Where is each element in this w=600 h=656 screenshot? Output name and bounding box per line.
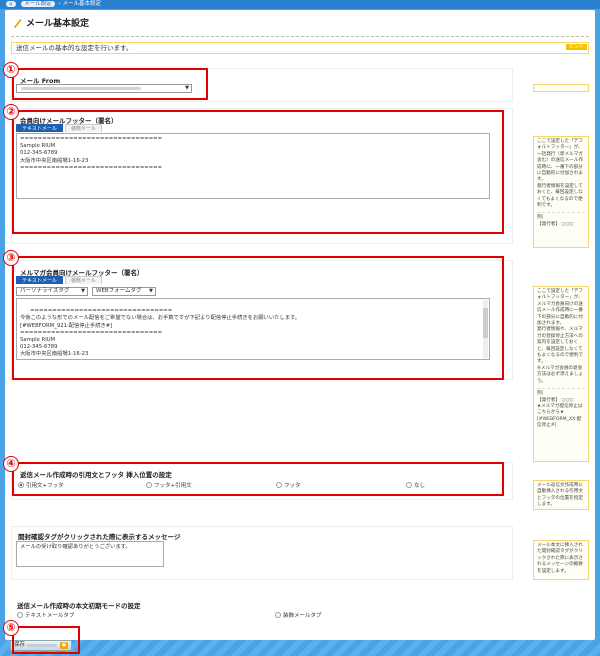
member-footer-example: 例） 【発行者】 ○○○ [537, 212, 585, 228]
open-confirm-note-text: メール本文に挿入された開封確認タグがクリックされた際に表示されるメッセージの概要… [537, 543, 583, 574]
highlight-box-4 [12, 462, 504, 496]
annotation-number-2: ② [3, 104, 19, 120]
radio-text-mail-tab[interactable]: テキストメールタブ [17, 611, 74, 619]
example-text: 【発行者】 ○○○ ★メルマガ配信停止はこちらから★ [#WEBFORM_XX:… [537, 397, 583, 429]
highlight-box-3 [12, 256, 504, 380]
description-text: 送信メールの基本的な設定を行います。 [16, 44, 133, 52]
radio-label: 装飾メールタブ [283, 613, 322, 619]
magazine-footer-note: ここで設定した「デフォルトフッター」が、メルマガ会員向けの送信メール作成時に一番… [533, 286, 589, 462]
footer-stripe [0, 640, 600, 656]
highlight-box-1 [12, 68, 208, 100]
annotation-number-1: ① [3, 62, 19, 78]
open-confirm-section: 開封確認タグがクリックされた際に表示するメッセージ メールの受け取り確認ありがと… [11, 526, 513, 580]
hint-badge[interactable]: ヒント [565, 44, 587, 50]
radio-html-mail-tab[interactable]: 装飾メールタブ [275, 611, 322, 619]
annotation-number-4: ④ [3, 456, 19, 472]
open-confirm-note: メール本文に挿入された開封確認タグがクリックされた際に表示されるメッセージの概要… [533, 540, 589, 580]
member-footer-note-text: ここで設定した「デフォルトフッター」が、一括発行（新メルマガ含む）の送信メール作… [537, 139, 583, 209]
quote-position-note-text: メール返信文作成時に自動挿入される引用文とフッタの位置を指定します。 [537, 483, 583, 508]
annotation-number-3: ③ [3, 250, 19, 266]
body-mode-section: 送信メール作成時の本文初期モードの設定 テキストメールタブ 装飾メールタブ [11, 596, 513, 630]
breadcrumb-current: メール基本設定 [62, 1, 101, 7]
page-title-text: メール基本設定 [26, 19, 90, 29]
page-title: メール基本設定 [13, 16, 89, 29]
title-divider [11, 36, 589, 37]
radio-dot[interactable] [275, 612, 281, 618]
radio-dot[interactable] [17, 612, 23, 618]
example-text: 【発行者】 ○○○ [537, 221, 574, 227]
body-mode-label: 送信メール作成時の本文初期モードの設定 [17, 602, 141, 610]
annotation-number-5: ⑤ [3, 620, 19, 636]
breadcrumb: ⌂ メール設定 › メール基本設定 [0, 0, 600, 9]
mail-from-note [533, 84, 589, 92]
quote-position-note: メール返信文作成時に自動挿入される引用文とフッタの位置を指定します。 [533, 480, 589, 510]
open-confirm-label: 開封確認タグがクリックされた際に表示するメッセージ [18, 533, 181, 541]
pencil-icon [14, 18, 22, 28]
page-description: 送信メールの基本的な設定を行います。 ヒント [11, 42, 589, 54]
open-confirm-textarea[interactable]: メールの受け取り確認ありがとうございます。 [16, 541, 164, 567]
radio-label: テキストメールタブ [25, 613, 75, 619]
home-icon[interactable]: ⌂ [6, 1, 16, 7]
highlight-box-2 [12, 110, 504, 234]
magazine-footer-note-text: ここで設定した「デフォルトフッター」が、メルマガ会員向けの送信メール作成時に一番… [537, 289, 583, 384]
breadcrumb-mail-settings[interactable]: メール設定 [21, 1, 55, 7]
breadcrumb-separator: › [58, 1, 61, 7]
member-footer-note: ここで設定した「デフォルトフッター」が、一括発行（新メルマガ含む）の送信メール作… [533, 136, 589, 248]
highlight-box-5 [12, 626, 80, 654]
magazine-footer-example: 例） 【発行者】 ○○○ ★メルマガ配信停止はこちらから★ [#WEBFORM_… [537, 388, 585, 429]
